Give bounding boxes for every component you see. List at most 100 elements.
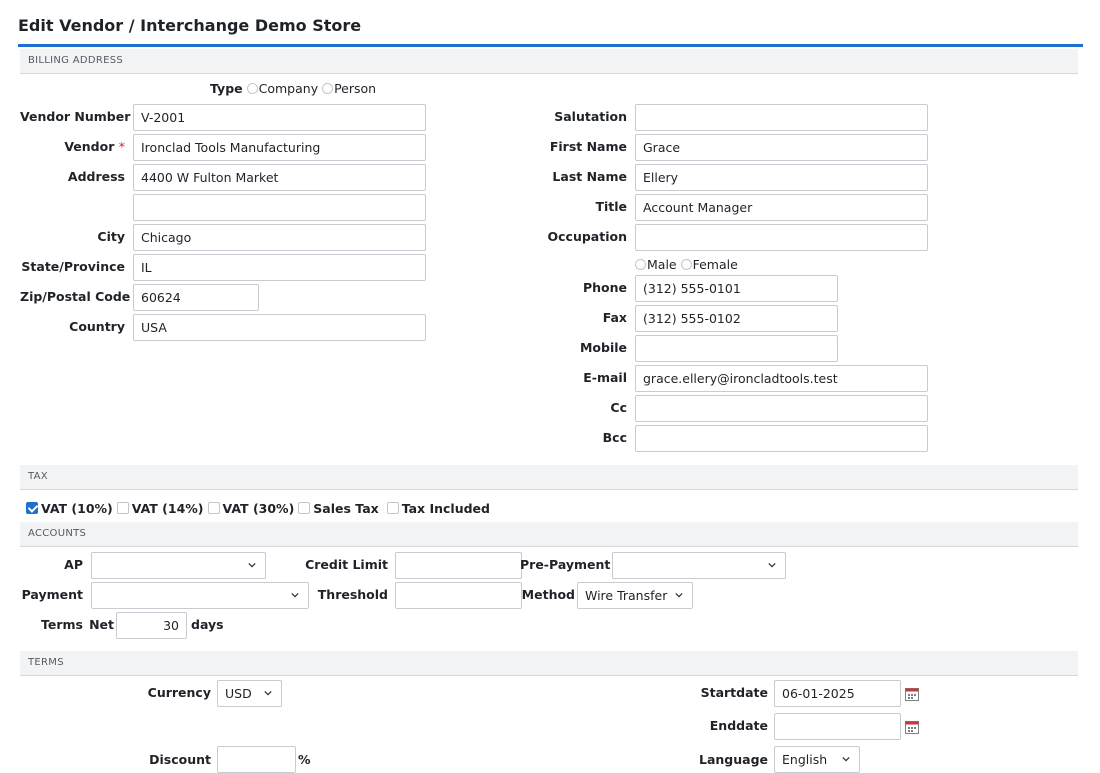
company-radio[interactable] [246, 82, 258, 94]
city-input[interactable] [133, 224, 426, 251]
calendar-icon[interactable] [905, 687, 919, 701]
vendor-number-label: Vendor Number [20, 109, 131, 124]
credit-limit-label: Credit Limit [305, 557, 388, 572]
tax-option-vat-10[interactable]: VAT (10%) [26, 501, 113, 516]
payment-select[interactable] [91, 582, 309, 609]
vat-14-label: VAT (14%) [131, 500, 204, 516]
title-underline [18, 44, 1083, 47]
state-input[interactable] [133, 254, 426, 281]
required-mark: * [118, 139, 125, 154]
credit-limit-input[interactable] [395, 552, 522, 579]
sales-tax-checkbox[interactable] [298, 502, 311, 514]
vendor-name-input[interactable] [133, 134, 426, 161]
startdate-label: Startdate [700, 685, 768, 700]
tax-option-sales-tax[interactable]: Sales Tax [298, 500, 379, 516]
method-select[interactable]: Wire Transfer [577, 582, 693, 609]
title-label: Title [595, 199, 627, 214]
zip-label: Zip/Postal Code [20, 289, 131, 304]
fax-input[interactable] [635, 305, 838, 332]
currency-label: Currency [147, 685, 211, 700]
tax-option-tax-included[interactable]: Tax Included [386, 500, 490, 516]
email-label: E-mail [583, 370, 627, 385]
vat-30-checkbox[interactable] [207, 502, 220, 514]
net-label: Net [89, 617, 114, 632]
chevron-down-icon [248, 562, 256, 568]
salutation-label: Salutation [554, 109, 627, 124]
days-label: days [191, 617, 224, 632]
address-line2-input[interactable] [133, 194, 426, 221]
startdate-input[interactable] [774, 680, 901, 707]
email-input[interactable] [635, 365, 928, 392]
female-radio-label: Female [692, 256, 738, 272]
bcc-input[interactable] [635, 425, 928, 452]
payment-label: Payment [21, 587, 83, 602]
method-label: Method [521, 587, 575, 602]
address-label: Address [67, 169, 125, 184]
ap-select[interactable] [91, 552, 266, 579]
vat-30-label: VAT (30%) [222, 500, 295, 516]
currency-select-value: USD [225, 686, 252, 701]
cc-label: Cc [610, 400, 627, 415]
type-label: Type [210, 80, 243, 96]
country-input[interactable] [133, 314, 426, 341]
vat-10-label: VAT (10%) [41, 500, 113, 516]
salutation-input[interactable] [635, 104, 928, 131]
tax-included-checkbox[interactable] [386, 502, 399, 514]
ap-label: AP [64, 557, 83, 572]
percent-label: % [298, 752, 311, 767]
terms-days-input[interactable] [116, 612, 187, 639]
vendor-number-input[interactable] [133, 104, 426, 131]
male-radio[interactable] [635, 258, 646, 270]
chevron-down-icon [842, 756, 850, 762]
tax-options: VAT (10%) VAT (14%) VAT (30%) Sales Tax … [26, 500, 494, 516]
tax-option-vat-14[interactable]: VAT (14%) [116, 500, 204, 516]
male-radio-label: Male [647, 256, 677, 272]
first-name-label: First Name [549, 139, 627, 154]
fax-label: Fax [602, 310, 627, 325]
threshold-input[interactable] [395, 582, 522, 609]
company-radio-label: Company [258, 80, 319, 96]
language-select[interactable]: English [774, 746, 860, 773]
vat-10-checkbox[interactable] [26, 502, 38, 514]
country-label: Country [69, 319, 125, 334]
calendar-icon[interactable] [905, 720, 919, 734]
state-label: State/Province [21, 259, 125, 274]
zip-input[interactable] [133, 284, 259, 311]
gender-radio-group: Male Female [635, 255, 738, 273]
language-select-value: English [782, 752, 828, 767]
occupation-label: Occupation [547, 229, 627, 244]
threshold-label: Threshold [317, 587, 388, 602]
phone-input[interactable] [635, 275, 838, 302]
first-name-input[interactable] [635, 134, 928, 161]
title-input[interactable] [635, 194, 928, 221]
mobile-label: Mobile [579, 340, 627, 355]
female-radio[interactable] [680, 258, 692, 270]
language-label: Language [698, 752, 768, 767]
mobile-input[interactable] [635, 335, 838, 362]
cc-input[interactable] [635, 395, 928, 422]
terms-label: Terms [41, 617, 83, 632]
prepayment-select[interactable] [612, 552, 786, 579]
vendor-label: Vendor * [20, 134, 125, 160]
enddate-input[interactable] [774, 713, 901, 740]
city-label: City [97, 229, 125, 244]
type-radio-group: Type Company Person [210, 79, 376, 97]
section-header-terms: TERMS [20, 651, 1078, 676]
address-line1-input[interactable] [133, 164, 426, 191]
enddate-label: Enddate [709, 718, 768, 733]
person-radio[interactable] [322, 82, 334, 94]
occupation-input[interactable] [635, 224, 928, 251]
currency-select[interactable]: USD [217, 680, 282, 707]
method-select-value: Wire Transfer [585, 588, 668, 603]
section-header-accounts: ACCOUNTS [20, 522, 1078, 547]
tax-included-label: Tax Included [401, 500, 490, 516]
chevron-down-icon [264, 690, 272, 696]
prepayment-label: Pre-Payment [520, 557, 611, 572]
discount-label: Discount [149, 752, 211, 767]
chevron-down-icon [768, 562, 776, 568]
vat-14-checkbox[interactable] [116, 502, 129, 514]
tax-option-vat-30[interactable]: VAT (30%) [207, 500, 295, 516]
discount-input[interactable] [217, 746, 296, 773]
last-name-input[interactable] [635, 164, 928, 191]
sales-tax-label: Sales Tax [313, 500, 379, 516]
